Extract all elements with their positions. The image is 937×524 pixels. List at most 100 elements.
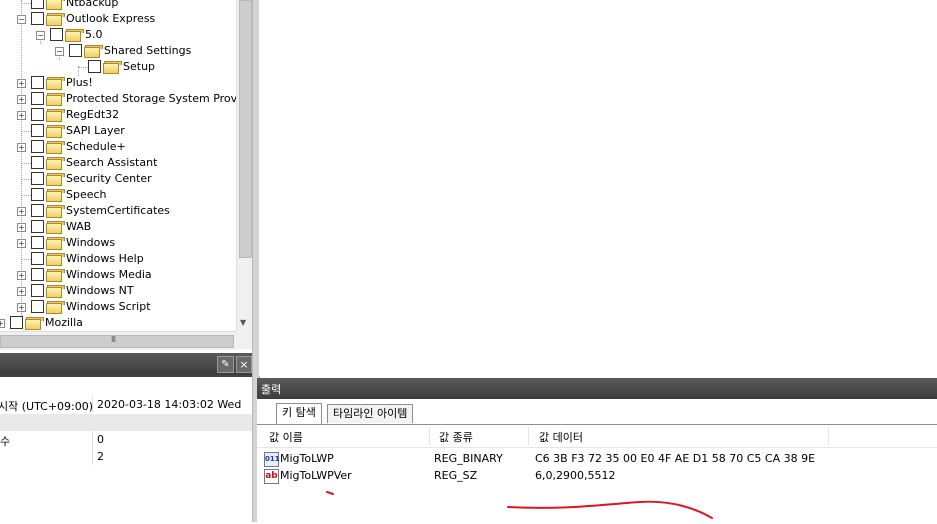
expand-icon[interactable]: + xyxy=(17,143,26,152)
properties-panel-header: ✎ × xyxy=(0,353,252,375)
expand-icon[interactable]: + xyxy=(0,319,5,328)
tree-node-checkbox[interactable] xyxy=(31,108,44,121)
folder-icon xyxy=(46,77,65,90)
expand-icon[interactable]: + xyxy=(17,207,26,216)
value-list[interactable]: 값 이름 값 종류 값 데이터 011 MigToLWP REG_BINARY … xyxy=(257,425,937,522)
column-header-value-data[interactable]: 값 데이터 xyxy=(539,429,583,445)
tree-node[interactable]: − 5.0 xyxy=(0,27,236,43)
close-icon[interactable]: × xyxy=(236,356,252,373)
tree-node-label: WAB xyxy=(66,220,92,233)
column-header-value-name[interactable]: 값 이름 xyxy=(269,429,303,445)
tree-node[interactable]: Windows Help xyxy=(0,251,236,267)
tree-node-checkbox[interactable] xyxy=(31,0,44,9)
scroll-down-arrow-icon[interactable]: ▼ xyxy=(240,318,246,327)
folder-icon xyxy=(46,269,65,282)
value-row[interactable]: ab MigToLWPVer REG_SZ 6,0,2900,5512 xyxy=(257,468,937,484)
tree-node[interactable]: + Plus! xyxy=(0,75,236,91)
tree-node-checkbox[interactable] xyxy=(31,252,44,265)
registry-tree[interactable]: Ntbackup − Outlook Express − 5.0 − Shared Sett… xyxy=(0,0,252,349)
output-panel-header: 출력 xyxy=(257,378,937,399)
tree-node-checkbox[interactable] xyxy=(31,172,44,185)
property-row[interactable]: 2 xyxy=(0,448,252,465)
expand-icon[interactable]: + xyxy=(17,111,26,120)
expand-icon[interactable]: + xyxy=(17,303,26,312)
tree-node-label: 5.0 xyxy=(85,28,103,41)
tree-node[interactable]: Setup xyxy=(0,59,236,75)
tree-node[interactable]: Search Assistant xyxy=(0,155,236,171)
tree-node[interactable]: + Windows Media xyxy=(0,267,236,283)
tree-node-checkbox[interactable] xyxy=(88,60,101,73)
tree-node-checkbox[interactable] xyxy=(31,268,44,281)
tree-node-checkbox[interactable] xyxy=(31,76,44,89)
output-tab-bar: 키 탐색 타임라인 아이템 xyxy=(257,399,937,425)
tree-node[interactable]: + Mozilla xyxy=(0,315,236,331)
tree-node-checkbox[interactable] xyxy=(31,140,44,153)
output-panel-title: 출력 xyxy=(261,383,282,396)
column-header-value-type[interactable]: 값 종류 xyxy=(439,429,473,445)
value-type: REG_SZ xyxy=(434,469,478,482)
tree-node[interactable]: + WAB xyxy=(0,219,236,235)
tree-node-checkbox[interactable] xyxy=(69,44,82,57)
tree-node-checkbox[interactable] xyxy=(31,300,44,313)
tree-node-checkbox[interactable] xyxy=(31,236,44,249)
tree-node-label: Outlook Express xyxy=(66,12,156,25)
folder-icon xyxy=(46,157,65,170)
tree-node[interactable]: − Shared Settings xyxy=(0,43,236,59)
pin-icon[interactable]: ✎ xyxy=(217,356,234,373)
tree-node[interactable]: + Schedule+ xyxy=(0,139,236,155)
tree-node-checkbox[interactable] xyxy=(31,188,44,201)
tree-node-checkbox[interactable] xyxy=(31,204,44,217)
value-row[interactable]: 011 MigToLWP REG_BINARY C6 3B F3 72 35 0… xyxy=(257,451,937,467)
tree-node-checkbox[interactable] xyxy=(31,220,44,233)
tree-node[interactable]: + Windows NT xyxy=(0,283,236,299)
folder-icon xyxy=(84,45,103,58)
value-pane[interactable] xyxy=(259,0,937,376)
tree-node[interactable]: Security Center xyxy=(0,171,236,187)
tree-node[interactable]: − Outlook Express xyxy=(0,11,236,27)
tab-timeline-items[interactable]: 타임라인 아이템 xyxy=(327,404,414,423)
expand-icon[interactable]: + xyxy=(17,287,26,296)
value-list-header: 값 이름 값 종류 값 데이터 xyxy=(257,425,937,448)
tree-node-label: Plus! xyxy=(66,76,93,89)
tree-node[interactable]: SAPI Layer xyxy=(0,123,236,139)
collapse-icon[interactable]: − xyxy=(36,31,45,40)
tree-vertical-scrollbar[interactable]: ▼ xyxy=(236,0,253,331)
tree-node-label: Schedule+ xyxy=(66,140,126,153)
tree-vertical-scroll-thumb[interactable] xyxy=(239,0,252,258)
tree-node-checkbox[interactable] xyxy=(31,92,44,105)
folder-icon xyxy=(46,253,65,266)
tree-node-label: Windows NT xyxy=(66,284,134,297)
folder-icon xyxy=(46,125,65,138)
folder-icon xyxy=(46,0,65,10)
tree-node-checkbox[interactable] xyxy=(31,12,44,25)
expand-icon[interactable]: + xyxy=(17,95,26,104)
tree-node-label: Search Assistant xyxy=(66,156,158,169)
tree-node[interactable]: + Windows xyxy=(0,235,236,251)
tree-node[interactable]: Speech xyxy=(0,187,236,203)
tree-node[interactable]: + Windows Script xyxy=(0,299,236,315)
folder-icon xyxy=(46,109,65,122)
folder-icon xyxy=(25,317,44,330)
collapse-icon[interactable]: − xyxy=(17,15,26,24)
tree-node-checkbox[interactable] xyxy=(10,316,23,329)
expand-icon[interactable]: + xyxy=(17,271,26,280)
collapse-icon[interactable]: − xyxy=(55,47,64,56)
tree-node-checkbox[interactable] xyxy=(50,28,63,41)
tree-node-checkbox[interactable] xyxy=(31,284,44,297)
property-row[interactable]: 수 0 xyxy=(0,431,252,448)
tree-node[interactable]: + SystemCertificates xyxy=(0,203,236,219)
tab-key-search[interactable]: 키 탐색 xyxy=(276,403,322,424)
expand-icon[interactable]: + xyxy=(17,79,26,88)
tree-node[interactable]: + Protected Storage System Provider xyxy=(0,91,252,107)
folder-icon xyxy=(46,221,65,234)
tree-node[interactable]: + RegEdt32 xyxy=(0,107,236,123)
expand-icon[interactable]: + xyxy=(17,223,26,232)
property-row[interactable]: 시작 (UTC+09:00) 2020-03-18 14:03:02 Wed xyxy=(0,396,252,413)
tree-node[interactable]: Ntbackup xyxy=(0,0,236,11)
tree-node-checkbox[interactable] xyxy=(31,124,44,137)
folder-icon xyxy=(103,61,122,74)
expand-icon[interactable]: + xyxy=(17,239,26,248)
tree-node-checkbox[interactable] xyxy=(31,156,44,169)
tree-horizontal-scroll-thumb[interactable]: III xyxy=(0,335,234,348)
tree-horizontal-scrollbar[interactable]: III xyxy=(0,331,236,350)
